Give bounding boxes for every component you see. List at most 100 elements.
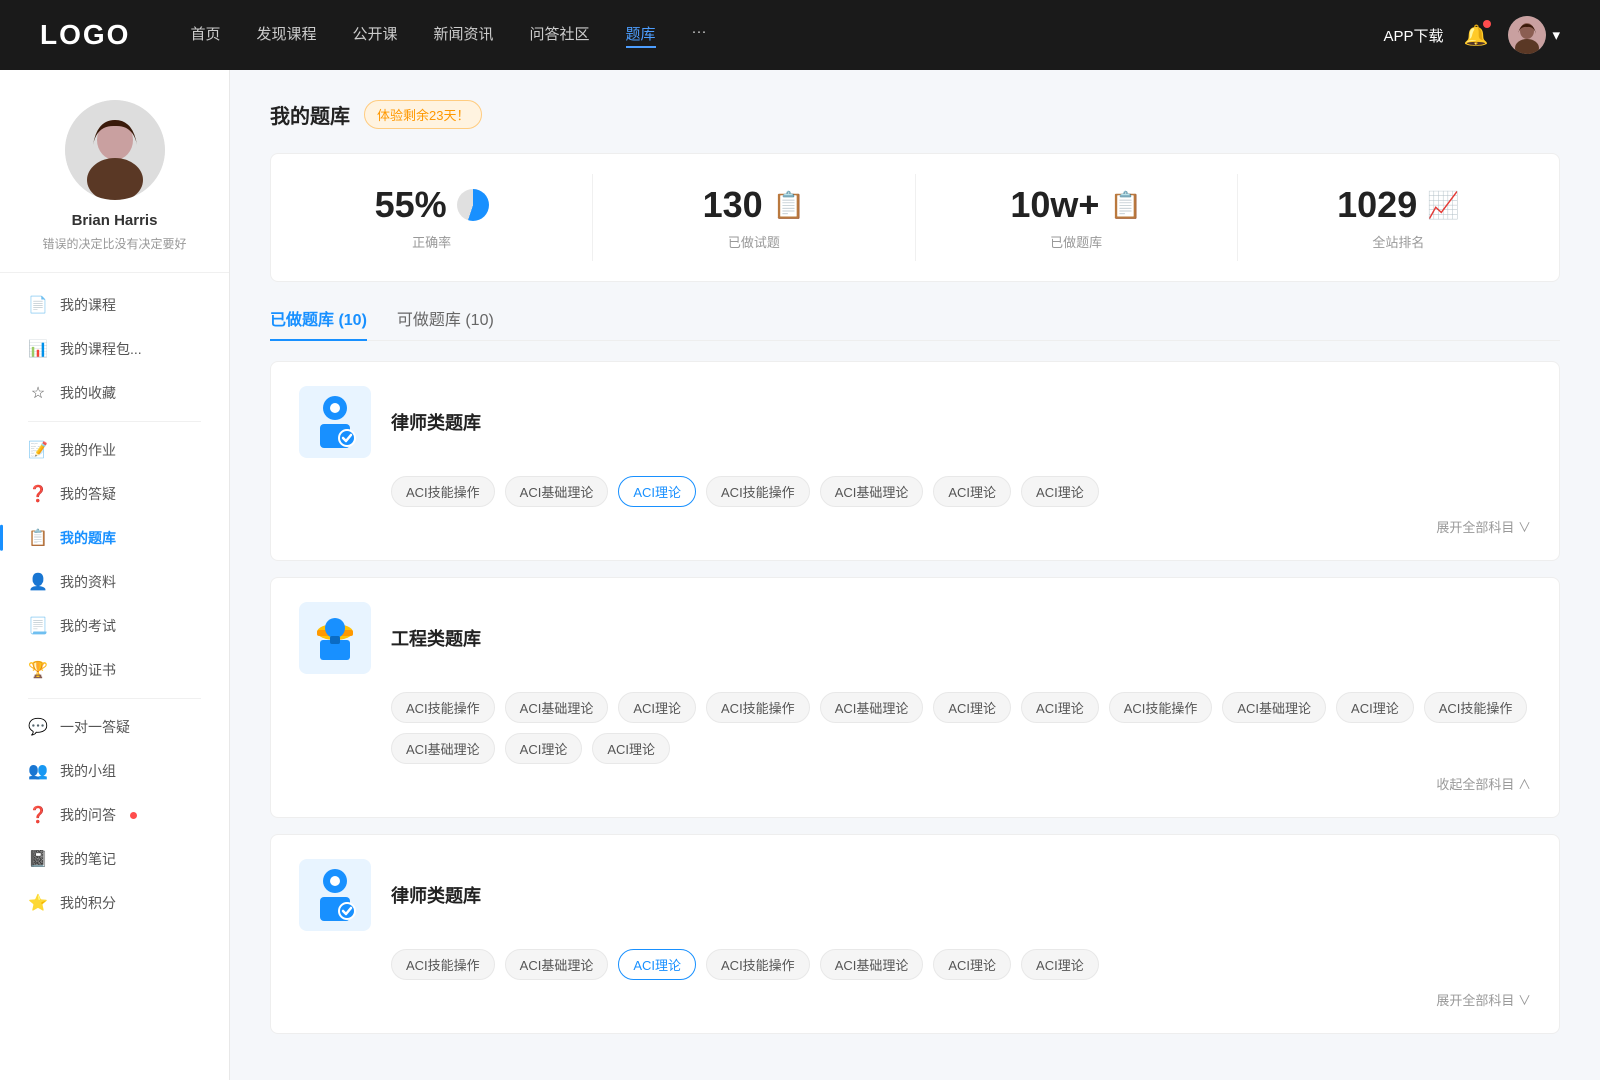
bank-1-tag-11[interactable]: ACI基础理论 [391, 733, 495, 764]
sidebar-item-my-bank[interactable]: 📋 我的题库 [0, 516, 229, 560]
sidebar: Brian Harris 错误的决定比没有决定要好 📄 我的课程 📊 我的课程包… [0, 70, 230, 1080]
sidebar-label-one-on-one: 一对一答疑 [60, 717, 130, 737]
nav-question-bank[interactable]: 题库 [626, 23, 656, 48]
bank-1-tag-12[interactable]: ACI理论 [505, 733, 583, 764]
bank-0-expand-link[interactable]: 展开全部科目 ∨ [299, 517, 1531, 536]
sidebar-item-my-notes[interactable]: 📓 我的笔记 [0, 837, 229, 881]
my-course-icon: 📄 [28, 295, 48, 315]
stat-done-banks-label: 已做题库 [936, 232, 1217, 251]
sidebar-label-my-notes: 我的笔记 [60, 849, 116, 869]
nav-open-course[interactable]: 公开课 [352, 23, 397, 48]
sidebar-label-course-package: 我的课程包... [60, 339, 142, 359]
sidebar-item-my-course[interactable]: 📄 我的课程 [0, 283, 229, 327]
sidebar-item-my-exam[interactable]: 📃 我的考试 [0, 604, 229, 648]
bank-2-tag-1[interactable]: ACI基础理论 [505, 949, 609, 980]
sidebar-item-course-package[interactable]: 📊 我的课程包... [0, 327, 229, 371]
ranking-icon: 📈 [1427, 190, 1459, 221]
bank-1-tag-2[interactable]: ACI理论 [618, 692, 696, 723]
notification-bell[interactable]: 🔔 [1464, 23, 1489, 48]
bank-1-tag-10[interactable]: ACI技能操作 [1424, 692, 1528, 723]
bank-2-tags: ACI技能操作 ACI基础理论 ACI理论 ACI技能操作 ACI基础理论 AC… [391, 949, 1531, 980]
nav-discover[interactable]: 发现课程 [256, 23, 316, 48]
done-banks-icon: 📋 [1109, 190, 1141, 221]
sidebar-label-my-homework: 我的作业 [60, 440, 116, 460]
bank-0-tag-5[interactable]: ACI理论 [933, 476, 1011, 507]
sidebar-profile: Brian Harris 错误的决定比没有决定要好 [0, 100, 229, 273]
navbar: LOGO 首页 发现课程 公开课 新闻资讯 问答社区 题库 ··· APP下载 … [0, 0, 1600, 70]
sidebar-label-my-exam: 我的考试 [60, 616, 116, 636]
bank-1-expand-link[interactable]: 收起全部科目 ∧ [299, 774, 1531, 793]
bank-2-tag-4[interactable]: ACI基础理论 [820, 949, 924, 980]
stat-done-banks-value: 10w+ 📋 [936, 184, 1217, 226]
lawyer-icon [310, 394, 360, 450]
stat-ranking-label: 全站排名 [1258, 232, 1539, 251]
bank-2-tag-6[interactable]: ACI理论 [1021, 949, 1099, 980]
sidebar-item-my-group[interactable]: 👥 我的小组 [0, 749, 229, 793]
sidebar-item-my-points[interactable]: ⭐ 我的积分 [0, 881, 229, 925]
bank-1-tag-9[interactable]: ACI理论 [1336, 692, 1414, 723]
trial-badge: 体验剩余23天！ [364, 100, 482, 129]
bank-1-tag-5[interactable]: ACI理论 [933, 692, 1011, 723]
stat-done-banks: 10w+ 📋 已做题库 [916, 174, 1238, 261]
engineer-icon [308, 612, 362, 664]
avatar [1508, 16, 1546, 54]
homework-icon: 📝 [28, 440, 48, 460]
bank-2-tag-2[interactable]: ACI理论 [618, 949, 696, 980]
bank-1-tag-8[interactable]: ACI基础理论 [1222, 692, 1326, 723]
bank-0-tag-2[interactable]: ACI理论 [618, 476, 696, 507]
bank-0-tag-1[interactable]: ACI基础理论 [505, 476, 609, 507]
notification-dot [1483, 20, 1491, 28]
bank-1-tag-3[interactable]: ACI技能操作 [706, 692, 810, 723]
nav-home[interactable]: 首页 [190, 23, 220, 48]
bank-1-tag-1[interactable]: ACI基础理论 [505, 692, 609, 723]
bank-2-expand-link[interactable]: 展开全部科目 ∨ [299, 990, 1531, 1009]
app-download-btn[interactable]: APP下载 [1384, 25, 1444, 46]
bank-1-tag-4[interactable]: ACI基础理论 [820, 692, 924, 723]
sidebar-item-one-on-one[interactable]: 💬 一对一答疑 [0, 705, 229, 749]
cert-icon: 🏆 [28, 660, 48, 680]
bank-2-title: 律师类题库 [391, 882, 481, 908]
stat-done-questions-value: 130 📋 [613, 184, 894, 226]
bank-1-tags: ACI技能操作 ACI基础理论 ACI理论 ACI技能操作 ACI基础理论 AC… [391, 692, 1531, 764]
sidebar-label-my-profile: 我的资料 [60, 572, 116, 592]
bank-0-tag-0[interactable]: ACI技能操作 [391, 476, 495, 507]
sidebar-item-my-favorites[interactable]: ☆ 我的收藏 [0, 371, 229, 415]
nav-news[interactable]: 新闻资讯 [434, 23, 494, 48]
stat-accuracy-label: 正确率 [291, 232, 572, 251]
bank-0-tag-3[interactable]: ACI技能操作 [706, 476, 810, 507]
tab-done-banks[interactable]: 已做题库 (10) [270, 306, 367, 340]
bank-1-title: 工程类题库 [391, 625, 481, 651]
navbar-right: APP下载 🔔 ▾ [1384, 16, 1560, 54]
accuracy-pie-icon [457, 189, 489, 221]
sidebar-item-my-qa[interactable]: ❓ 我的答疑 [0, 472, 229, 516]
sidebar-label-my-bank: 我的题库 [60, 528, 116, 548]
sidebar-item-my-homework[interactable]: 📝 我的作业 [0, 428, 229, 472]
bank-1-tag-7[interactable]: ACI技能操作 [1109, 692, 1213, 723]
course-package-icon: 📊 [28, 339, 48, 359]
stat-done-questions-number: 130 [703, 184, 763, 226]
bank-1-tag-0[interactable]: ACI技能操作 [391, 692, 495, 723]
question-bank-tabs: 已做题库 (10) 可做题库 (10) [270, 306, 1560, 341]
bank-2-tag-5[interactable]: ACI理论 [933, 949, 1011, 980]
bank-0-tag-6[interactable]: ACI理论 [1021, 476, 1099, 507]
sidebar-item-my-questions[interactable]: ❓ 我的问答 [0, 793, 229, 837]
nav-more[interactable]: ··· [692, 23, 707, 48]
bank-2-tag-0[interactable]: ACI技能操作 [391, 949, 495, 980]
bank-1-tag-6[interactable]: ACI理论 [1021, 692, 1099, 723]
sidebar-divider-2 [28, 698, 201, 699]
nav-qa[interactable]: 问答社区 [530, 23, 590, 48]
lawyer-icon-2 [310, 867, 360, 923]
stats-bar: 55% 正确率 130 📋 已做试题 10w+ 📋 已做题库 [270, 153, 1560, 282]
user-avatar-menu[interactable]: ▾ [1508, 16, 1560, 54]
notes-icon: 📓 [28, 849, 48, 869]
profile-icon: 👤 [28, 572, 48, 592]
bank-2-tag-3[interactable]: ACI技能操作 [706, 949, 810, 980]
bank-0-tags: ACI技能操作 ACI基础理论 ACI理论 ACI技能操作 ACI基础理论 AC… [391, 476, 1531, 507]
bank-1-tag-13[interactable]: ACI理论 [592, 733, 670, 764]
bank-0-tag-4[interactable]: ACI基础理论 [820, 476, 924, 507]
tab-available-banks[interactable]: 可做题库 (10) [397, 306, 494, 340]
sidebar-menu: 📄 我的课程 📊 我的课程包... ☆ 我的收藏 📝 我的作业 ❓ 我的答疑 � [0, 273, 229, 935]
sidebar-item-my-cert[interactable]: 🏆 我的证书 [0, 648, 229, 692]
sidebar-item-my-profile[interactable]: 👤 我的资料 [0, 560, 229, 604]
bank-0-icon-wrap [299, 386, 371, 458]
